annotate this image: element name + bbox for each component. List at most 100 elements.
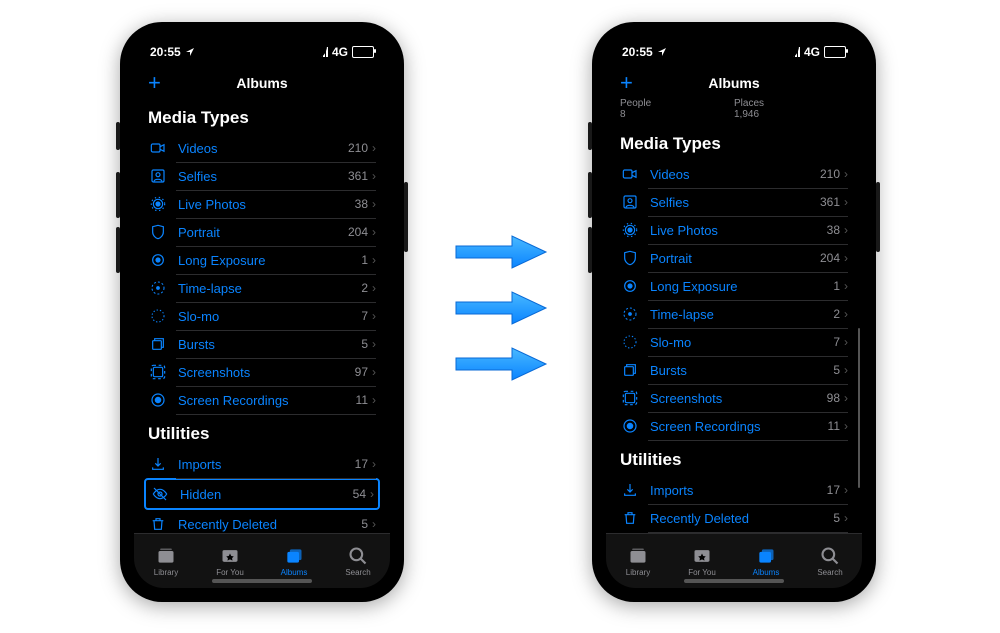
- tab-label: For You: [216, 568, 244, 577]
- row-count: 2: [361, 281, 368, 295]
- chevron-right-icon: ›: [372, 365, 376, 379]
- import-icon: [148, 456, 168, 472]
- media-row-selfie[interactable]: Selfies 361 ›: [134, 162, 390, 190]
- mini-title: Places: [734, 98, 848, 109]
- row-label: Live Photos: [178, 197, 355, 212]
- add-button[interactable]: +: [620, 70, 633, 96]
- nav-bar: + Albums: [134, 68, 390, 98]
- chevron-right-icon: ›: [372, 393, 376, 407]
- row-count: 17: [827, 483, 840, 497]
- row-label: Recently Deleted: [178, 517, 361, 532]
- chevron-right-icon: ›: [370, 487, 374, 501]
- mini-col[interactable]: Places1,946: [734, 98, 848, 120]
- row-count: 204: [348, 225, 368, 239]
- tab-search[interactable]: Search: [326, 534, 390, 588]
- row-count: 54: [353, 487, 366, 501]
- tab-search[interactable]: Search: [798, 534, 862, 588]
- chevron-right-icon: ›: [372, 337, 376, 351]
- row-label: Slo-mo: [650, 335, 833, 350]
- screenrec-icon: [620, 418, 640, 434]
- media-row-portrait[interactable]: Portrait 204 ›: [134, 218, 390, 246]
- media-row-slomo[interactable]: Slo-mo 7 ›: [134, 302, 390, 330]
- chevron-right-icon: ›: [372, 253, 376, 267]
- media-row-video[interactable]: Videos 210 ›: [134, 134, 390, 162]
- chevron-right-icon: ›: [844, 195, 848, 209]
- row-count: 5: [361, 517, 368, 531]
- tab-label: Search: [345, 568, 370, 577]
- row-count: 11: [356, 393, 368, 407]
- media-row-timelapse[interactable]: Time-lapse 2 ›: [134, 274, 390, 302]
- media-row-slomo[interactable]: Slo-mo 7 ›: [606, 328, 862, 356]
- media-row-screenrec[interactable]: Screen Recordings 11 ›: [134, 386, 390, 414]
- scroll-indicator[interactable]: [858, 328, 860, 488]
- longexp-icon: [620, 278, 640, 294]
- row-label: Portrait: [178, 225, 348, 240]
- row-label: Screenshots: [178, 365, 355, 380]
- mini-info: People8Places1,946: [606, 98, 862, 124]
- media-row-timelapse[interactable]: Time-lapse 2 ›: [606, 300, 862, 328]
- row-label: Imports: [178, 457, 355, 472]
- home-indicator[interactable]: [212, 579, 312, 583]
- chevron-right-icon: ›: [844, 335, 848, 349]
- media-row-longexp[interactable]: Long Exposure 1 ›: [134, 246, 390, 274]
- chevron-right-icon: ›: [372, 197, 376, 211]
- row-label: Bursts: [178, 337, 361, 352]
- power-button: [876, 182, 880, 252]
- tab-label: Albums: [753, 568, 780, 577]
- media-row-bursts[interactable]: Bursts 5 ›: [606, 356, 862, 384]
- volume-down: [588, 227, 592, 273]
- chevron-right-icon: ›: [844, 511, 848, 525]
- media-row-screenshot[interactable]: Screenshots 98 ›: [606, 384, 862, 412]
- media-row-video[interactable]: Videos 210 ›: [606, 160, 862, 188]
- location-icon: [185, 47, 195, 57]
- row-count: 361: [820, 195, 840, 209]
- media-row-live[interactable]: Live Photos 38 ›: [134, 190, 390, 218]
- tab-label: Library: [626, 568, 650, 577]
- row-count: 5: [361, 337, 368, 351]
- status-time: 20:55: [622, 45, 653, 59]
- row-label: Selfies: [178, 169, 348, 184]
- util-row-import[interactable]: Imports 17 ›: [606, 476, 862, 504]
- row-label: Live Photos: [650, 223, 827, 238]
- row-count: 5: [833, 511, 840, 525]
- util-row-import[interactable]: Imports 17 ›: [134, 450, 390, 478]
- util-row-hidden[interactable]: Hidden 54 ›: [148, 480, 376, 508]
- timelapse-icon: [620, 306, 640, 322]
- media-row-portrait[interactable]: Portrait 204 ›: [606, 244, 862, 272]
- highlighted-row: Hidden 54 ›: [144, 478, 380, 510]
- mini-col[interactable]: People8: [620, 98, 734, 120]
- longexp-icon: [148, 252, 168, 268]
- selfie-icon: [148, 168, 168, 184]
- screen-content[interactable]: People8Places1,946Media Types Videos 210…: [606, 98, 862, 534]
- nav-title: Albums: [236, 75, 287, 91]
- chevron-right-icon: ›: [844, 391, 848, 405]
- bursts-icon: [620, 362, 640, 378]
- network-label: 4G: [332, 45, 348, 59]
- chevron-right-icon: ›: [372, 225, 376, 239]
- home-indicator[interactable]: [684, 579, 784, 583]
- chevron-right-icon: ›: [372, 169, 376, 183]
- phone-left: 20:55 4G + Albums Media Types Videos 210…: [120, 22, 404, 602]
- media-row-selfie[interactable]: Selfies 361 ›: [606, 188, 862, 216]
- util-row-trash[interactable]: Recently Deleted 5 ›: [134, 510, 390, 534]
- media-row-bursts[interactable]: Bursts 5 ›: [134, 330, 390, 358]
- util-row-trash[interactable]: Recently Deleted 5 ›: [606, 504, 862, 532]
- row-count: 11: [828, 419, 840, 433]
- chevron-right-icon: ›: [372, 517, 376, 531]
- tab-library[interactable]: Library: [606, 534, 670, 588]
- nav-title: Albums: [708, 75, 759, 91]
- screenshot-icon: [148, 364, 168, 380]
- tab-library[interactable]: Library: [134, 534, 198, 588]
- media-row-screenrec[interactable]: Screen Recordings 11 ›: [606, 412, 862, 440]
- location-icon: [657, 47, 667, 57]
- row-count: 204: [820, 251, 840, 265]
- row-label: Videos: [178, 141, 348, 156]
- section-media-types: Media Types: [606, 124, 862, 160]
- screen-content[interactable]: Media Types Videos 210 › Selfies 361 › L…: [134, 98, 390, 534]
- media-row-longexp[interactable]: Long Exposure 1 ›: [606, 272, 862, 300]
- volume-down: [116, 227, 120, 273]
- media-row-live[interactable]: Live Photos 38 ›: [606, 216, 862, 244]
- add-button[interactable]: +: [148, 70, 161, 96]
- media-row-screenshot[interactable]: Screenshots 97 ›: [134, 358, 390, 386]
- mini-title: People: [620, 98, 734, 109]
